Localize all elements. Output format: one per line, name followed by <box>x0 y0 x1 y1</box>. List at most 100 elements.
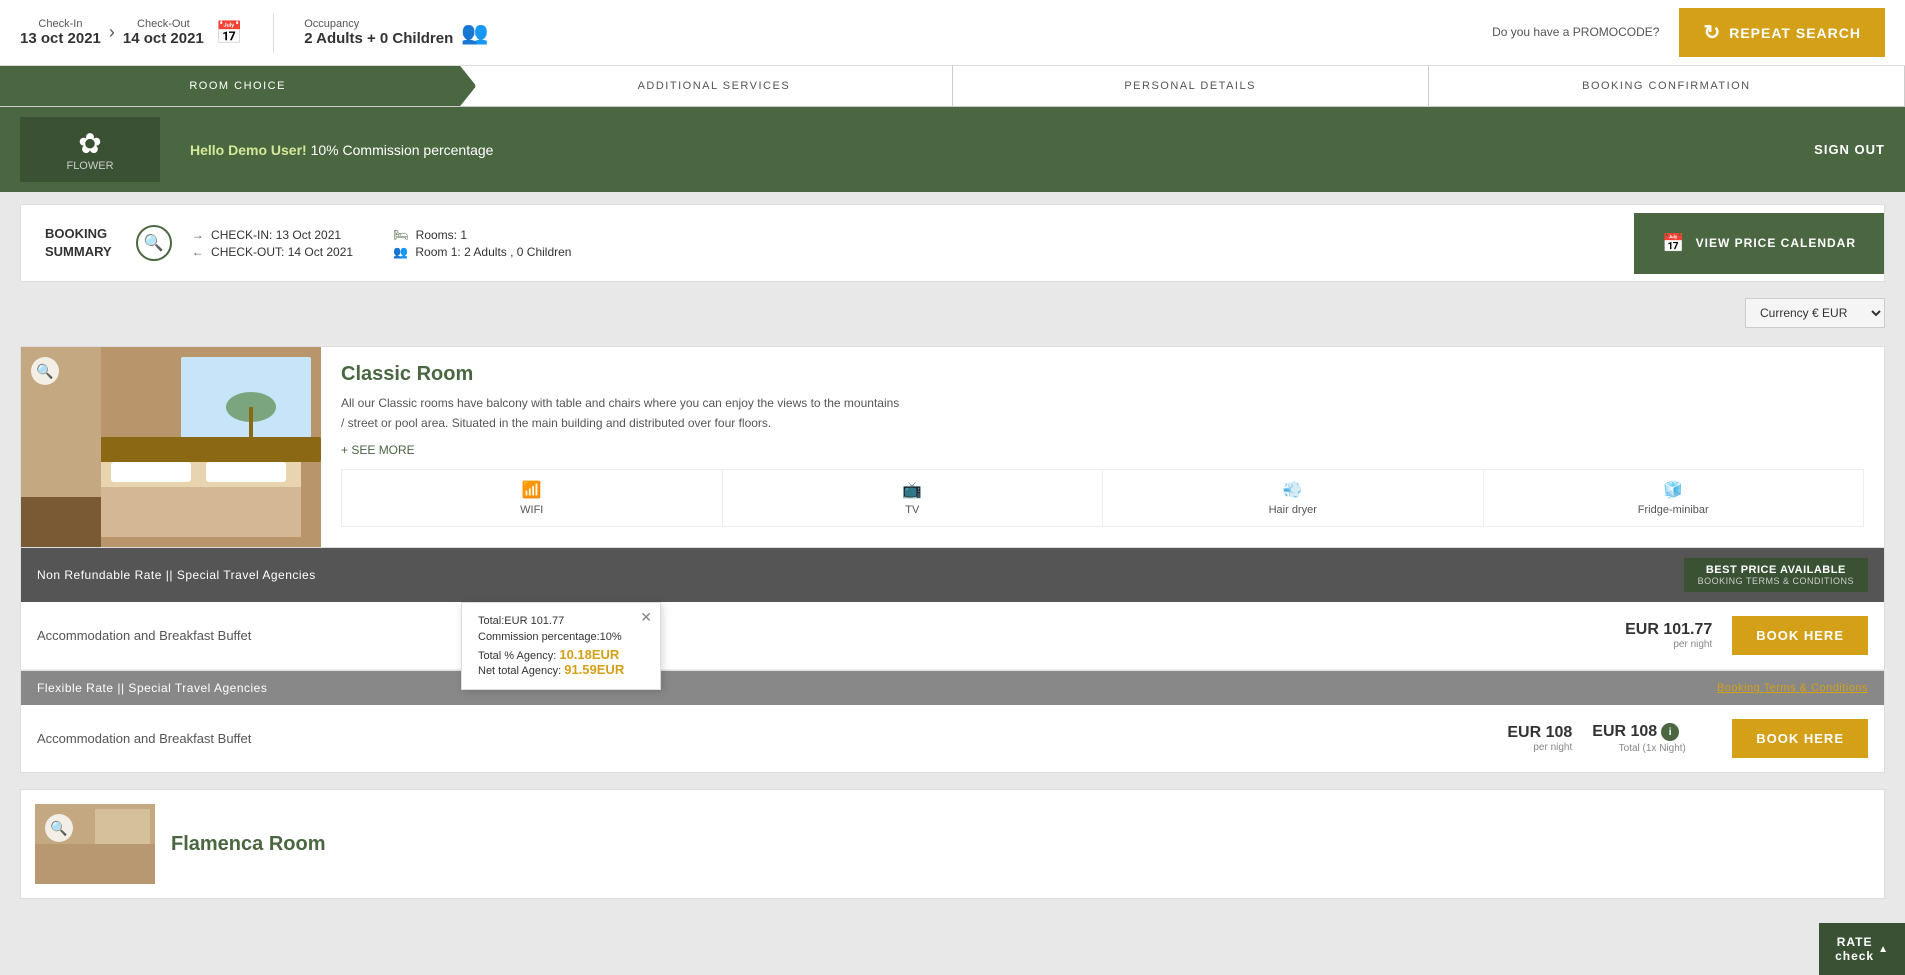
classic-room-name: Classic Room <box>341 363 1864 386</box>
chevron-up-icon: ▲ <box>1878 944 1889 955</box>
progress-bar: ROOM CHOICE ADDITIONAL SERVICES PERSONAL… <box>0 66 1905 107</box>
search-magnify-icon: 🔍 <box>136 225 172 261</box>
classic-room-card: 🔍 <box>20 346 1885 773</box>
rate2-section: Flexible Rate || Special Travel Agencies… <box>21 670 1884 772</box>
rate-check-label: RATEcheck <box>1835 935 1874 963</box>
see-more-link[interactable]: + SEE MORE <box>341 443 1864 457</box>
step-personal[interactable]: PERSONAL DETAILS <box>953 66 1429 106</box>
repeat-icon: ↻ <box>1703 20 1721 45</box>
rate1-price: EUR 101.77 per night <box>1592 621 1712 650</box>
flamenca-room-card: 🔍 Flamenca Room <box>20 789 1885 899</box>
currency-select[interactable]: Currency € EUR Currency $ USD Currency £… <box>1745 298 1885 328</box>
promo-label: Do you have a PROMOCODE? <box>1492 25 1659 41</box>
repeat-search-button[interactable]: ↻ REPEAT SEARCH <box>1679 8 1885 57</box>
step-room-label: ROOM CHOICE <box>189 80 286 92</box>
arrow-in-icon: → <box>192 228 204 242</box>
commission-value: 10% Commission percentage <box>311 142 494 158</box>
flamenca-inner: 🔍 Flamenca Room <box>21 790 1884 898</box>
arrow-right-icon: › <box>109 22 115 43</box>
rate2-header-label: Flexible Rate || Special Travel Agencies <box>37 681 267 695</box>
rate2-row: Accommodation and Breakfast Buffet EUR 1… <box>21 705 1884 772</box>
fridge-icon: 🧊 <box>1663 480 1683 500</box>
booking-terms-link[interactable]: Booking Terms & Conditions <box>1717 682 1868 694</box>
booking-summary-bar: BOOKINGSUMMARY 🔍 → CHECK-IN: 13 Oct 2021… <box>20 204 1885 282</box>
rate2-price-value: EUR 108 <box>1452 724 1572 742</box>
flamenca-room-image[interactable]: 🔍 <box>35 804 155 884</box>
greeting-hello: Hello Demo User! <box>190 142 307 158</box>
best-price-line1: BEST PRICE AVAILABLE <box>1698 564 1854 576</box>
rate-check-button[interactable]: RATEcheck ▲ <box>1819 923 1905 975</box>
rate1-section: Non Refundable Rate || Special Travel Ag… <box>21 547 1884 670</box>
rate1-header: Non Refundable Rate || Special Travel Ag… <box>21 548 1884 602</box>
tooltip-net-total: Net total Agency: 91.59EUR <box>478 662 644 677</box>
rate1-price-value: EUR 101.77 <box>1592 621 1712 639</box>
step-confirmation-label: BOOKING CONFIRMATION <box>1582 80 1751 92</box>
step-room-choice[interactable]: ROOM CHOICE <box>0 66 476 106</box>
hairdryer-icon: 💨 <box>1283 480 1303 500</box>
agency-total-value: 10.18EUR <box>559 647 619 662</box>
info-icon[interactable]: i <box>1661 723 1679 741</box>
hotel-name: FLOWER <box>66 160 113 172</box>
best-price-badge: BEST PRICE AVAILABLE BOOKING TERMS & CON… <box>1684 558 1868 592</box>
rate1-book-button[interactable]: BOOK HERE <box>1732 616 1868 655</box>
tooltip-agency-total: Total % Agency: 10.18EUR <box>478 647 644 662</box>
calendar-icon[interactable]: 📅 <box>216 20 243 46</box>
checkout-item: Check-Out 14 oct 2021 <box>123 18 204 47</box>
hotel-header: ✿ FLOWER Hello Demo User! 10% Commission… <box>0 107 1905 192</box>
wifi-icon: 📶 <box>522 480 542 500</box>
rooms-occupancy: 👥 Room 1: 2 Adults , 0 Children <box>393 245 571 259</box>
classic-room-info: Classic Room All our Classic rooms have … <box>321 347 1884 547</box>
tv-label: TV <box>905 504 919 516</box>
hotel-greeting: Hello Demo User! 10% Commission percenta… <box>160 142 1814 158</box>
rate1-per-night: per night <box>1592 639 1712 650</box>
step-personal-label: PERSONAL DETAILS <box>1124 80 1256 92</box>
rate2-total-col: EUR 108 i Total (1x Night) <box>1592 723 1712 754</box>
rooms-count: 🛏 Rooms: 1 <box>393 228 571 242</box>
sign-out-button[interactable]: SIGN OUT <box>1814 142 1885 157</box>
checkin-value: 13 oct 2021 <box>20 30 101 47</box>
classic-room-desc: All our Classic rooms have balcony with … <box>341 394 901 432</box>
rate2-name: Accommodation and Breakfast Buffet <box>37 731 1452 746</box>
divider <box>273 13 274 53</box>
amenity-hairdryer: 💨 Hair dryer <box>1103 470 1484 527</box>
promo-section: Do you have a PROMOCODE? <box>1492 25 1659 41</box>
view-calendar-button[interactable]: 📅 VIEW PRICE CALENDAR <box>1634 213 1884 274</box>
hotel-logo-area: ✿ FLOWER <box>20 117 160 182</box>
amenities-list: 📶 WIFI 📺 TV 💨 Hair dryer 🧊 Fridge-miniba… <box>341 469 1864 527</box>
flamenca-room-name: Flamenca Room <box>171 833 1870 856</box>
amenity-wifi: 📶 WIFI <box>342 470 723 527</box>
step-additional[interactable]: ADDITIONAL SERVICES <box>476 66 952 106</box>
classic-room-image[interactable]: 🔍 <box>21 347 321 547</box>
people-rooms-icon: 👥 <box>393 245 408 259</box>
bed-icon: 🛏 <box>393 228 408 242</box>
occupancy-section: Occupancy 2 Adults + 0 Children 👥 <box>304 18 488 47</box>
checkout-detail: ← CHECK-OUT: 14 Oct 2021 <box>192 245 353 259</box>
booking-dates: → CHECK-IN: 13 Oct 2021 ← CHECK-OUT: 14 … <box>192 225 353 262</box>
amenity-fridge: 🧊 Fridge-minibar <box>1484 470 1865 527</box>
checkout-label: Check-Out <box>123 18 204 30</box>
step-confirmation[interactable]: BOOKING CONFIRMATION <box>1429 66 1905 106</box>
checkout-value: 14 oct 2021 <box>123 30 204 47</box>
best-price-line2: BOOKING TERMS & CONDITIONS <box>1698 576 1854 586</box>
booking-rooms: 🛏 Rooms: 1 👥 Room 1: 2 Adults , 0 Childr… <box>393 225 571 262</box>
rate2-price: EUR 108 per night <box>1452 724 1572 753</box>
tooltip-close[interactable]: ✕ <box>640 609 652 626</box>
occupancy-value: 2 Adults + 0 Children <box>304 30 453 47</box>
step-additional-label: ADDITIONAL SERVICES <box>638 80 791 92</box>
fridge-label: Fridge-minibar <box>1638 504 1709 516</box>
checkin-item: Check-In 13 oct 2021 <box>20 18 101 47</box>
occupancy-label: Occupancy <box>304 18 453 30</box>
rate1-name: Accommodation and Breakfast Buffet <box>37 628 1592 643</box>
repeat-search-label: REPEAT SEARCH <box>1729 25 1861 41</box>
checkin-detail: → CHECK-IN: 13 Oct 2021 <box>192 228 353 242</box>
booking-details: → CHECK-IN: 13 Oct 2021 ← CHECK-OUT: 14 … <box>192 215 1635 272</box>
rate1-header-label: Non Refundable Rate || Special Travel Ag… <box>37 568 316 582</box>
rate2-per-night: per night <box>1452 742 1572 753</box>
rate2-book-button[interactable]: BOOK HERE <box>1732 719 1868 758</box>
tv-icon: 📺 <box>902 480 922 500</box>
flamenca-info: Flamenca Room <box>171 833 1870 856</box>
calendar-btn-icon: 📅 <box>1662 233 1685 254</box>
wifi-label: WIFI <box>520 504 543 516</box>
tooltip-total: Total:EUR 101.77 <box>478 615 644 627</box>
currency-row: Currency € EUR Currency $ USD Currency £… <box>0 294 1905 336</box>
